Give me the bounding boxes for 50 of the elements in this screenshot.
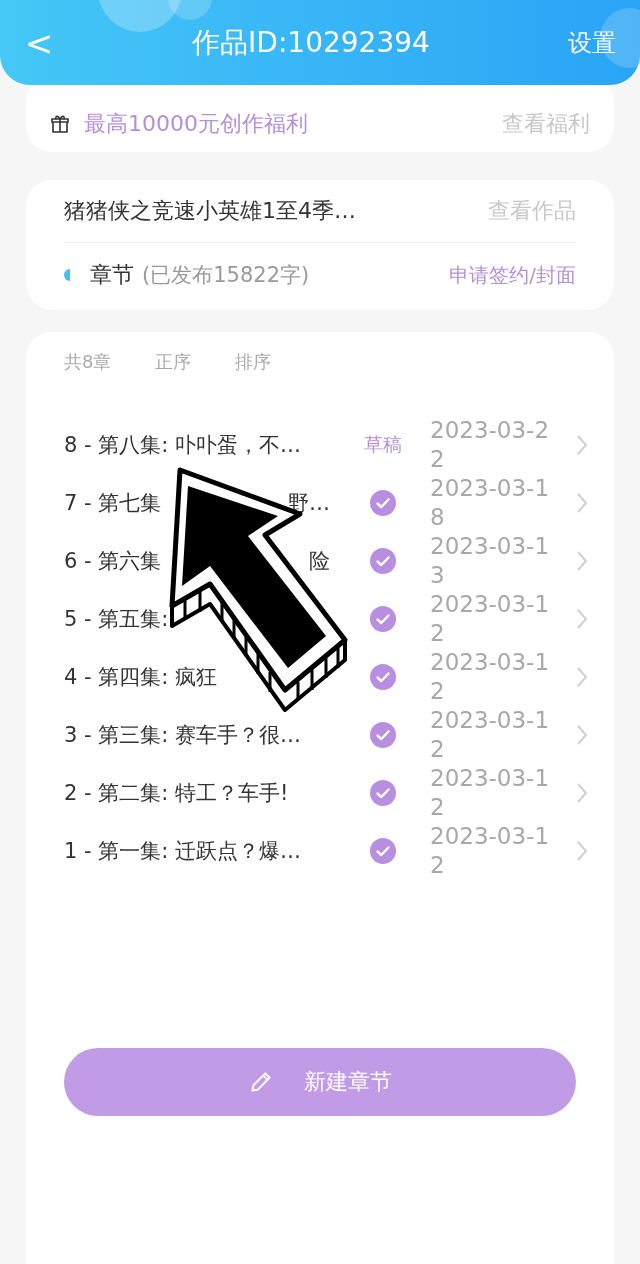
chapter-date: 2023-03-12 <box>430 590 551 648</box>
chapter-date: 2023-03-12 <box>430 822 551 880</box>
chapter-row[interactable]: 3 - 第三集: 赛车手？很… 2023-03-12 <box>64 706 588 764</box>
chevron-right-icon <box>576 840 588 862</box>
chevron-right-icon <box>576 608 588 630</box>
check-icon <box>370 722 396 748</box>
benefit-text: 最高10000元创作福利 <box>84 109 309 138</box>
pencil-icon <box>248 1069 274 1095</box>
chapter-date: 2023-03-18 <box>430 474 551 532</box>
word-count: (已发布15822字) <box>142 262 311 289</box>
chevron-right-icon <box>576 666 588 688</box>
chevron-right-icon <box>576 782 588 804</box>
work-title: 猪猪侠之竞速小英雄1至4季… <box>64 197 357 225</box>
chevron-right-icon <box>576 492 588 514</box>
chapter-title: 5 - 第五集: <box>64 606 169 633</box>
chapter-date: 2023-03-13 <box>430 532 551 590</box>
check-icon <box>370 838 396 864</box>
section-label: 章节 <box>90 261 134 289</box>
chapter-row[interactable]: 4 - 第四集: 疯狂 2023-03-12 <box>64 648 588 706</box>
chapter-row[interactable]: 8 - 第八集: 卟卟蛋，不… 草稿 2023-03-22 <box>64 416 588 474</box>
chapter-date: 2023-03-12 <box>430 706 551 764</box>
chapter-title: 2 - 第二集: 特工？车手! <box>64 780 289 807</box>
chapter-title-end: 险 <box>309 548 330 575</box>
chapter-title: 6 - 第六集 <box>64 548 162 575</box>
chapter-row[interactable]: 2 - 第二集: 特工？车手! 2023-03-12 <box>64 764 588 822</box>
chevron-right-icon <box>576 434 588 456</box>
check-icon <box>370 548 396 574</box>
chapter-date: 2023-03-12 <box>430 648 551 706</box>
gift-icon <box>50 113 70 134</box>
chapter-title-end: 野… <box>288 490 330 517</box>
chapter-row[interactable]: 1 - 第一集: 迁跃点？爆… 2023-03-12 <box>64 822 588 880</box>
draft-label: 草稿 <box>364 432 402 457</box>
chapter-title: 4 - 第四集: 疯狂 <box>64 664 218 691</box>
chapter-title: 7 - 第七集 <box>64 490 162 517</box>
chapter-title: 1 - 第一集: 迁跃点？爆… <box>64 838 302 865</box>
chevron-right-icon <box>576 550 588 572</box>
check-icon <box>370 780 396 806</box>
check-icon <box>370 664 396 690</box>
chapter-date: 2023-03-22 <box>430 416 551 474</box>
chevron-right-icon <box>576 724 588 746</box>
chapter-date: 2023-03-12 <box>430 764 551 822</box>
chapter-row[interactable]: 6 - 第六集 险 2023-03-13 <box>64 532 588 590</box>
check-icon <box>370 490 396 516</box>
page-title: 作品ID:10292394 <box>191 24 431 61</box>
chapter-title: 3 - 第三集: 赛车手？很… <box>64 722 302 749</box>
chapter-title: 8 - 第八集: 卟卟蛋，不… <box>64 432 302 459</box>
check-icon <box>370 606 396 632</box>
chapter-row[interactable]: 5 - 第五集: 2023-03-12 <box>64 590 588 648</box>
chapter-row[interactable]: 7 - 第七集 野… 2023-03-18 <box>64 474 588 532</box>
chapter-count: 共8章 <box>64 350 112 374</box>
